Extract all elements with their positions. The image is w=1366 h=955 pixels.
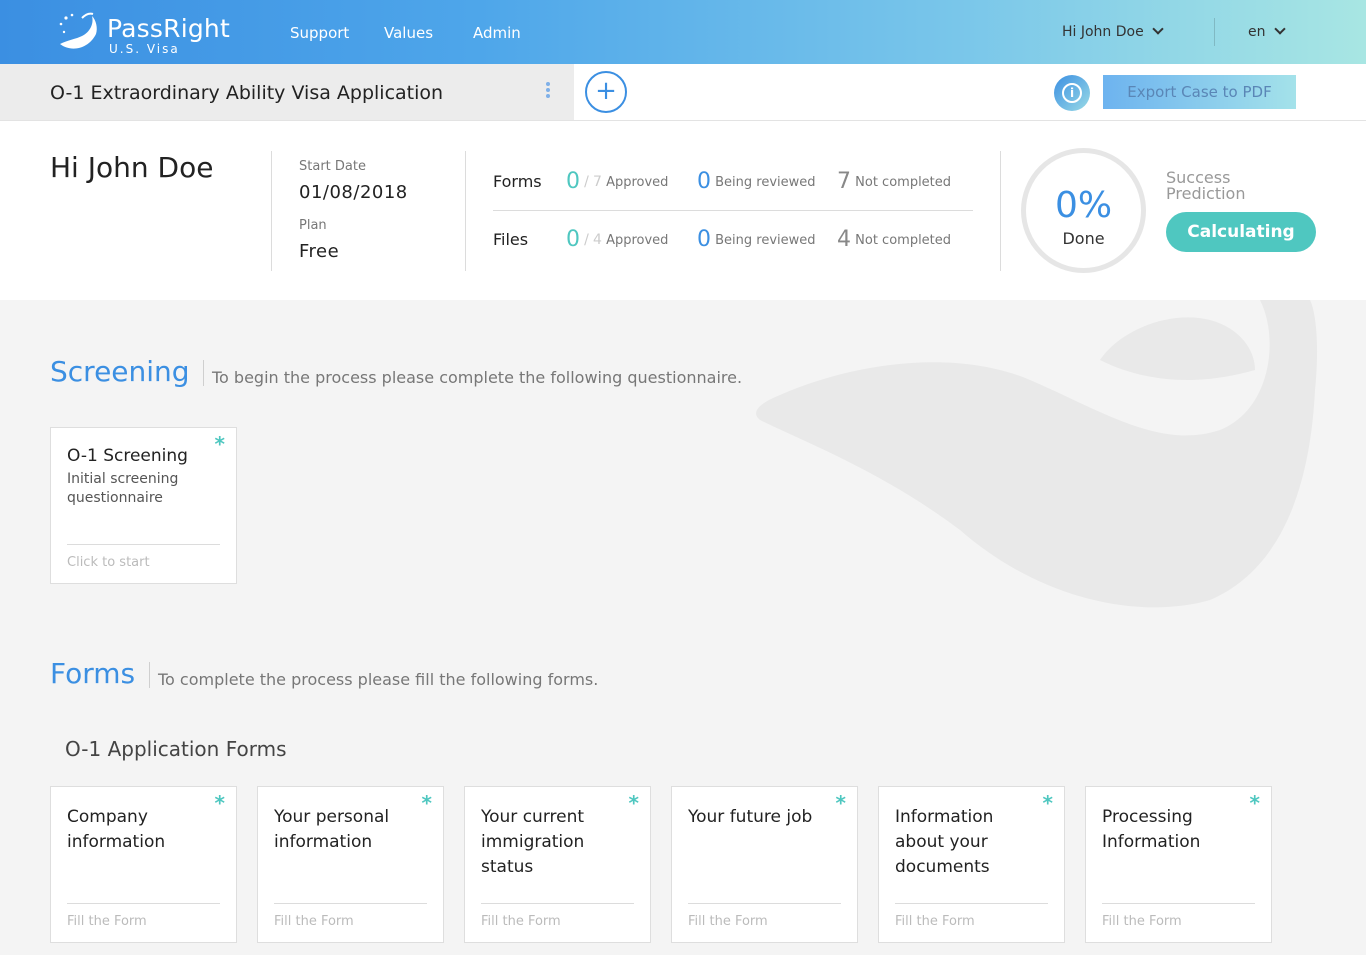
case-tab[interactable]: O-1 Extraordinary Ability Visa Applicati… bbox=[0, 64, 574, 120]
nav-divider bbox=[1214, 18, 1215, 46]
progress-percent: 0% bbox=[1054, 185, 1113, 226]
forms-heading: Forms bbox=[50, 657, 136, 690]
start-date-value: 01/08/2018 bbox=[299, 182, 408, 203]
card-title: O-1 Screening bbox=[67, 446, 188, 466]
plan-label: Plan bbox=[299, 218, 327, 233]
form-card[interactable]: * Processing Information Fill the Form bbox=[1085, 786, 1272, 943]
divider bbox=[1000, 151, 1001, 271]
card-cta[interactable]: Fill the Form bbox=[895, 914, 975, 929]
form-card[interactable]: * Information about your documents Fill … bbox=[878, 786, 1065, 943]
case-title: O-1 Extraordinary Ability Visa Applicati… bbox=[50, 82, 444, 104]
export-pdf-button[interactable]: Export Case to PDF bbox=[1103, 75, 1296, 109]
card-title: Company information bbox=[67, 807, 166, 852]
card-cta[interactable]: Fill the Form bbox=[481, 914, 561, 929]
card-title: Your future job bbox=[688, 807, 813, 827]
card-divider bbox=[1102, 903, 1255, 904]
divider bbox=[271, 151, 272, 271]
forms-description: To complete the process please fill the … bbox=[158, 670, 599, 689]
chevron-down-icon bbox=[1152, 23, 1164, 35]
brand-logo[interactable]: PassRight U.S. Visa bbox=[52, 10, 242, 58]
files-stats-label: Files bbox=[493, 230, 529, 249]
heading-divider bbox=[149, 662, 150, 688]
files-incomplete-stat: 4 Not completed bbox=[837, 227, 952, 252]
progress-label: Done bbox=[1062, 229, 1105, 248]
start-date-label: Start Date bbox=[299, 159, 366, 174]
card-cta[interactable]: Click to start bbox=[67, 555, 150, 570]
divider bbox=[465, 151, 466, 271]
brand-name: PassRight bbox=[107, 14, 230, 43]
forms-incomplete-stat: 7 Not completed bbox=[837, 169, 952, 194]
card-cta[interactable]: Fill the Form bbox=[274, 914, 354, 929]
language-label: en bbox=[1248, 24, 1266, 40]
dove-watermark-icon bbox=[756, 300, 1318, 608]
progress-donut: 0% Done bbox=[1021, 148, 1146, 273]
card-title: Your current immigration status bbox=[481, 807, 585, 877]
forms-reviewing-stat: 0 Being reviewed bbox=[697, 169, 816, 194]
stats-divider bbox=[493, 210, 973, 211]
card-divider bbox=[67, 544, 220, 545]
files-approved-stat: 0 / 4 Approved bbox=[566, 227, 669, 252]
card-title: Processing Information bbox=[1102, 807, 1201, 852]
screening-description: To begin the process please complete the… bbox=[212, 368, 743, 387]
heading-divider bbox=[203, 360, 204, 386]
card-title: Your personal information bbox=[274, 807, 390, 852]
calculating-button[interactable]: Calculating bbox=[1166, 212, 1316, 252]
brand-subtitle: U.S. Visa bbox=[109, 42, 180, 56]
nav-values[interactable]: Values bbox=[384, 24, 433, 42]
plan-value: Free bbox=[299, 241, 340, 262]
language-menu[interactable]: en bbox=[1248, 23, 1286, 40]
user-menu-label: Hi John Doe bbox=[1062, 24, 1144, 40]
form-card[interactable]: * Your personal information Fill the For… bbox=[257, 786, 444, 943]
nav-admin[interactable]: Admin bbox=[473, 24, 521, 42]
forms-approved-stat: 0 / 7 Approved bbox=[566, 169, 669, 194]
card-cta[interactable]: Fill the Form bbox=[688, 914, 768, 929]
info-icon: i bbox=[1062, 83, 1082, 103]
case-summary: Hi John Doe Start Date 01/08/2018 Plan F… bbox=[0, 121, 1366, 300]
chevron-down-icon bbox=[1273, 23, 1286, 35]
form-card[interactable]: * Your current immigration status Fill t… bbox=[464, 786, 651, 943]
info-button[interactable]: i bbox=[1054, 75, 1090, 111]
card-divider bbox=[688, 903, 841, 904]
form-group-title: O-1 Application Forms bbox=[65, 737, 287, 761]
card-divider bbox=[895, 903, 1048, 904]
top-navbar: PassRight U.S. Visa Support Values Admin… bbox=[0, 0, 1366, 64]
forms-stats-label: Forms bbox=[493, 172, 542, 191]
screening-heading: Screening bbox=[50, 355, 190, 388]
kebab-menu-icon[interactable] bbox=[546, 82, 552, 102]
card-cta[interactable]: Fill the Form bbox=[1102, 914, 1182, 929]
card-divider bbox=[274, 903, 427, 904]
card-divider bbox=[67, 903, 220, 904]
add-case-button[interactable]: + bbox=[585, 71, 627, 113]
greeting: Hi John Doe bbox=[50, 151, 214, 184]
card-cta[interactable]: Fill the Form bbox=[67, 914, 147, 929]
card-title: Information about your documents bbox=[895, 807, 994, 877]
nav-support[interactable]: Support bbox=[290, 24, 349, 42]
screening-card[interactable]: * O-1 Screening Initial screening questi… bbox=[50, 427, 237, 584]
form-card[interactable]: * Company information Fill the Form bbox=[50, 786, 237, 943]
files-reviewing-stat: 0 Being reviewed bbox=[697, 227, 816, 252]
form-card[interactable]: * Your future job Fill the Form bbox=[671, 786, 858, 943]
card-divider bbox=[481, 903, 634, 904]
dove-logo-icon bbox=[59, 12, 97, 49]
user-menu[interactable]: Hi John Doe bbox=[1062, 23, 1164, 40]
required-marker-icon: * bbox=[214, 432, 225, 456]
success-prediction-label: Success Prediction bbox=[1166, 168, 1246, 203]
card-subtitle: Initial screening questionnaire bbox=[67, 471, 179, 506]
